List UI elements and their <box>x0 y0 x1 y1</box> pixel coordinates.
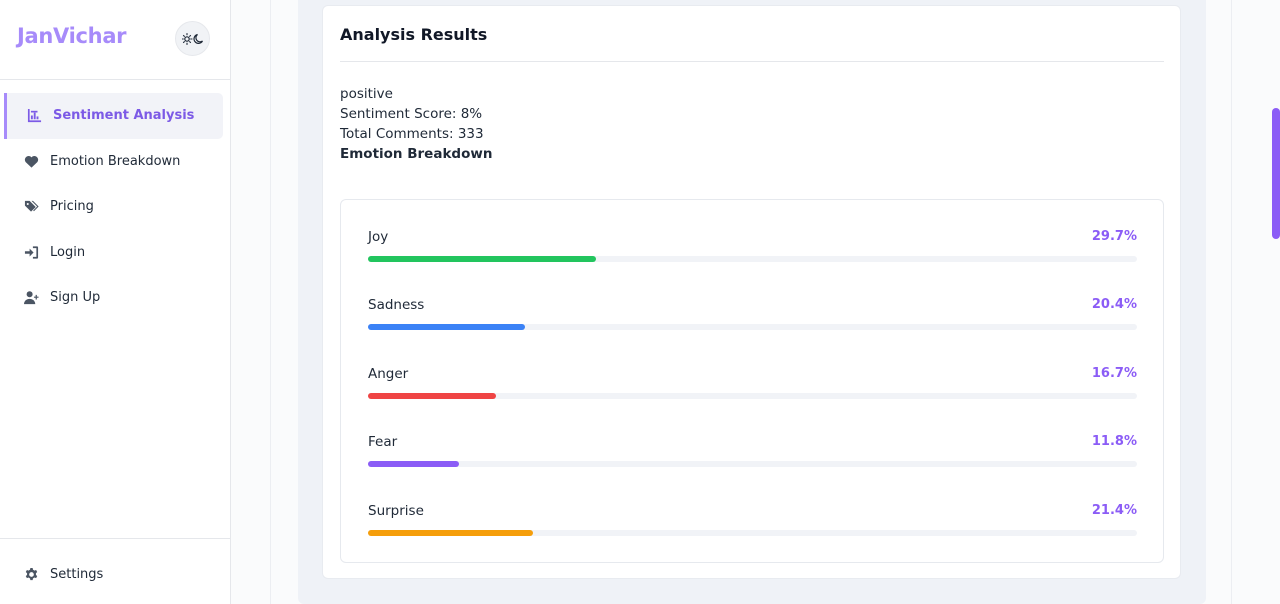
progress-track <box>368 256 1137 262</box>
emotion-name: Surprise <box>368 503 424 519</box>
divider <box>340 61 1164 62</box>
sidebar-item-login[interactable]: Login <box>0 230 231 276</box>
sidebar-item-label: Settings <box>50 567 104 583</box>
progress-fill <box>368 256 597 262</box>
sidebar-item-emotion-breakdown[interactable]: Emotion Breakdown <box>0 139 231 185</box>
sidebar-item-sentiment-analysis[interactable]: Sentiment Analysis <box>4 93 223 139</box>
results-title: Analysis Results <box>340 25 488 44</box>
sidebar-item-label: Sign Up <box>50 290 101 306</box>
sign-in-icon <box>24 245 39 260</box>
sidebar-item-pricing[interactable]: Pricing <box>0 184 231 230</box>
progress-fill <box>368 530 533 536</box>
progress-track <box>368 530 1137 536</box>
scrollbar-thumb[interactable] <box>1272 108 1280 239</box>
theme-toggle-button[interactable] <box>175 21 210 56</box>
emotion-row-sadness: Sadness 20.4% <box>368 297 1137 337</box>
user-plus-icon <box>24 290 39 305</box>
emotion-percent: 29.7% <box>1091 229 1137 244</box>
sidebar-item-label: Pricing <box>50 199 94 215</box>
sidebar-item-label: Login <box>50 244 86 260</box>
sidebar-nav: Sentiment Analysis Emotion Breakdown Pri… <box>0 93 231 321</box>
emotion-breakdown-panel: Joy 29.7% Sadness 20.4% Anger 16.7% Fear… <box>340 199 1164 563</box>
progress-track <box>368 461 1137 467</box>
brand-row: JanVichar <box>0 0 230 80</box>
emotion-percent: 21.4% <box>1091 503 1137 518</box>
emotion-name: Fear <box>368 434 398 450</box>
emotion-percent: 11.8% <box>1091 434 1137 449</box>
emotion-row-joy: Joy 29.7% <box>368 229 1137 269</box>
divider <box>1231 0 1232 604</box>
results-summary: positive Sentiment Score: 8% Total Comme… <box>340 84 492 164</box>
tags-icon <box>24 199 39 214</box>
emotion-row-fear: Fear 11.8% <box>368 434 1137 474</box>
chart-bar-icon <box>27 108 42 123</box>
emotion-percent: 20.4% <box>1091 297 1137 312</box>
sentiment-label: positive <box>340 86 393 102</box>
sidebar-item-label: Emotion Breakdown <box>50 153 181 169</box>
emotion-row-surprise: Surprise 21.4% <box>368 503 1137 543</box>
emotion-row-anger: Anger 16.7% <box>368 366 1137 406</box>
heart-icon <box>24 154 39 169</box>
emotion-name: Sadness <box>368 297 425 313</box>
sidebar-footer: Settings <box>0 538 231 604</box>
sidebar-item-label: Sentiment Analysis <box>53 108 195 124</box>
analysis-results-card: Analysis Results positive Sentiment Scor… <box>322 5 1181 579</box>
progress-track <box>368 324 1137 330</box>
progress-fill <box>368 461 459 467</box>
emotion-name: Anger <box>368 366 409 382</box>
divider <box>270 0 271 604</box>
emotion-percent: 16.7% <box>1091 366 1137 381</box>
emotion-name: Joy <box>368 229 389 245</box>
sidebar-item-settings[interactable]: Settings <box>0 552 231 598</box>
sentiment-score: Sentiment Score: 8% <box>340 106 483 122</box>
emotion-breakdown-heading: Emotion Breakdown <box>340 146 493 162</box>
progress-fill <box>368 324 525 330</box>
sidebar-item-sign-up[interactable]: Sign Up <box>0 275 231 321</box>
sidebar: JanVichar Sentiment Analysis Emotion Bre… <box>0 0 231 604</box>
scrollbar[interactable] <box>1270 0 1280 604</box>
progress-track <box>368 393 1137 399</box>
gear-icon <box>24 567 39 582</box>
progress-fill <box>368 393 497 399</box>
brand-logo[interactable]: JanVichar <box>17 24 127 48</box>
sun-moon-icon <box>181 32 203 45</box>
total-comments: Total Comments: 333 <box>340 126 484 142</box>
